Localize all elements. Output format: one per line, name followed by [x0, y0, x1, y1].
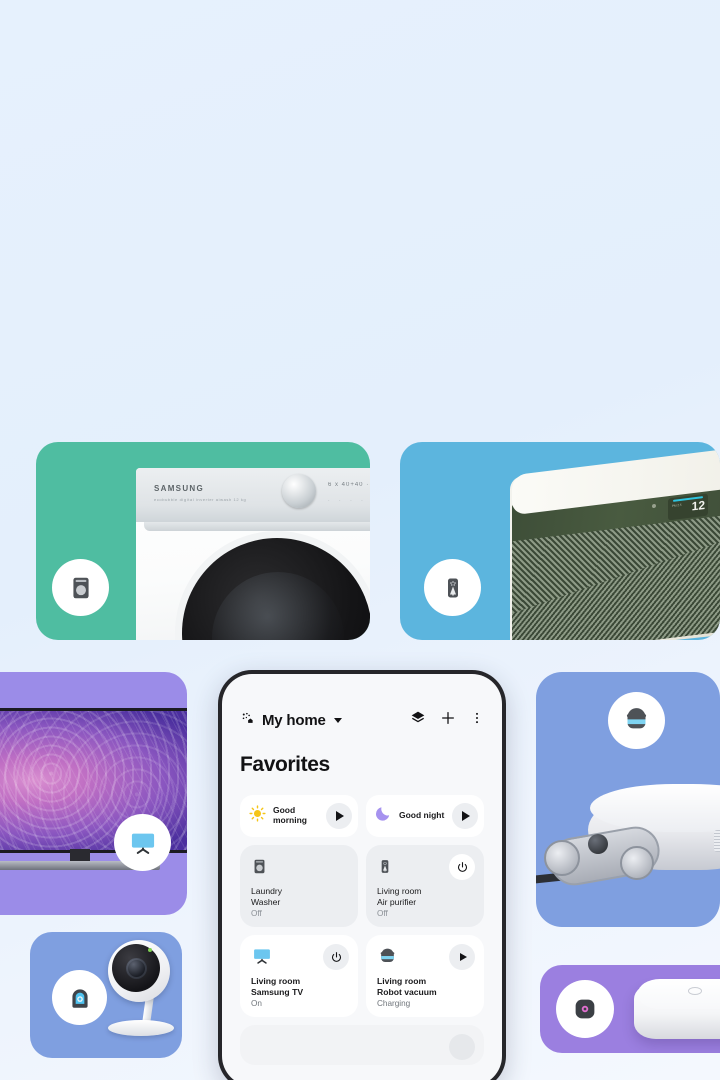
sun-icon — [249, 805, 266, 827]
promo-card-tv[interactable] — [0, 672, 187, 915]
promo-card-washer[interactable]: SAMSUNG ecobubble digital inverter aiwas… — [36, 442, 370, 640]
washer-dial — [282, 474, 316, 508]
chevron-down-icon[interactable] — [333, 718, 342, 723]
promo-card-robot-vacuum[interactable] — [536, 672, 720, 927]
plus-icon[interactable] — [440, 710, 456, 731]
device-name: Air purifier — [377, 897, 417, 908]
washing-machine-icon — [251, 855, 347, 877]
device-room: Laundry — [251, 886, 283, 896]
scene-row: Good morning Good night — [222, 777, 502, 837]
hub-indicator-ring — [688, 987, 702, 995]
layers-icon[interactable] — [410, 710, 426, 731]
device-room: Living room — [377, 976, 427, 986]
play-icon[interactable] — [326, 803, 352, 829]
robot-vacuum-vent — [714, 830, 720, 852]
device-name: Robot vacuum — [377, 987, 437, 998]
phone-mockup: My home Favorites Good morning Good nigh… — [218, 670, 506, 1080]
device-state: On — [251, 999, 262, 1009]
washer-brand-text: SAMSUNG — [154, 484, 204, 493]
power-icon[interactable] — [323, 944, 349, 970]
device-room: Living room — [377, 886, 422, 896]
robot-vacuum-wheel-front — [544, 840, 580, 876]
tv-icon — [114, 814, 171, 871]
camera-status-led — [148, 948, 152, 952]
phone-screen: My home Favorites Good morning Good nigh… — [222, 674, 502, 1080]
air-purifier-display-value: 12 — [691, 497, 705, 514]
play-icon[interactable] — [449, 944, 475, 970]
device-grid: Laundry Washer Off Living room Air purif… — [222, 837, 502, 1017]
device-card-washer[interactable]: Laundry Washer Off — [240, 845, 358, 927]
washer-display-text-secondary: · · · · — [328, 498, 367, 504]
moon-icon — [375, 805, 392, 827]
promo-card-camera[interactable] — [30, 932, 182, 1058]
camera-icon — [52, 970, 107, 1025]
scene-card-good-morning[interactable]: Good morning — [240, 795, 358, 837]
home-name-label: My home — [262, 712, 326, 729]
air-purifier-display-label: PM 2.5 — [672, 502, 682, 508]
device-state: Charging — [377, 999, 411, 1009]
play-icon[interactable] — [452, 803, 478, 829]
device-name: Washer — [251, 897, 281, 908]
page-title: Favorites — [240, 753, 330, 776]
washer-brand-subtext: ecobubble digital inverter aiwash 12 kg — [154, 497, 247, 502]
device-name: Samsung TV — [251, 987, 304, 998]
hub-icon — [556, 980, 614, 1038]
device-state: Off — [251, 909, 262, 919]
promo-card-air-purifier[interactable]: PM 2.5 12 — [400, 442, 720, 640]
scene-card-good-night[interactable]: Good night — [366, 795, 484, 837]
more-vertical-icon[interactable] — [470, 710, 484, 731]
air-purifier-icon — [424, 559, 481, 616]
home-devices-icon — [240, 711, 255, 731]
device-card-robot-vacuum[interactable]: Living room Robot vacuum Charging — [366, 935, 484, 1017]
washing-machine-icon — [52, 559, 109, 616]
device-card-air-purifier[interactable]: Living room Air purifier Off — [366, 845, 484, 927]
header-actions — [410, 710, 484, 731]
device-state: Off — [377, 909, 388, 919]
scene-label: Good morning — [273, 805, 307, 825]
washer-display-text: 6 x 40+40 ··· 2 h0 — [328, 482, 370, 488]
device-room: Living room — [251, 976, 301, 986]
robot-vacuum-camera — [588, 834, 608, 854]
app-header: My home — [222, 674, 502, 731]
scene-label: Good night — [399, 810, 445, 821]
camera-lens — [126, 958, 147, 979]
hub-top — [638, 979, 720, 1009]
promo-card-hub[interactable] — [540, 965, 720, 1053]
robot-vacuum-wheel-rear — [620, 846, 654, 880]
device-card-samsung-tv[interactable]: Living room Samsung TV On — [240, 935, 358, 1017]
device-card-partial[interactable] — [240, 1025, 484, 1065]
robot-vacuum-icon — [608, 692, 665, 749]
home-selector[interactable]: My home — [240, 711, 342, 731]
power-icon[interactable] — [449, 854, 475, 880]
camera-base — [108, 1020, 174, 1036]
